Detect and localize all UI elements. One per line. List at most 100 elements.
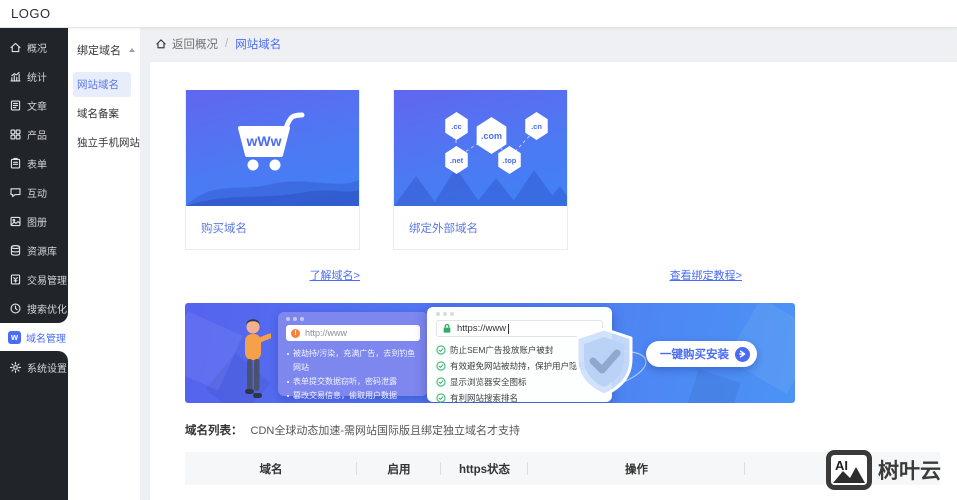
sidebar-item-label: 互动	[27, 185, 47, 200]
sidebar-item-label: 图册	[27, 214, 47, 229]
http-browser-mockup: http://www 被劫持/污染，充满广告，去到钓鱼网站 表单提交数据窃听，密…	[278, 312, 428, 396]
card-title: 绑定外部域名	[394, 206, 567, 249]
secondary-sidebar: 绑定域名 网站域名 域名备案 独立手机网站	[68, 28, 140, 500]
connector-lines	[394, 90, 567, 206]
tld-illustration: .cc .com .cn .net .top	[394, 90, 567, 206]
submenu-item-icp[interactable]: 域名备案	[73, 101, 131, 126]
arrow-right-icon	[735, 347, 750, 362]
sidebar-item-label: 表单	[27, 156, 47, 171]
column-header-enabled: 启用	[357, 452, 441, 485]
logo: LOGO	[11, 6, 51, 21]
app-window: LOGO 概况 统计 文章 产品 表单	[0, 0, 957, 500]
domain-list-caption: 域名列表： CDN全球动态加速-需网站国际版且绑定独立域名才支持	[185, 422, 520, 438]
sidebar-item-resources[interactable]: 资源库	[0, 236, 68, 265]
topbar: LOGO	[0, 0, 957, 28]
http-address-bar: http://www	[286, 325, 420, 341]
window-dots	[436, 312, 603, 316]
bind-tutorial-link[interactable]: 查看绑定教程>	[670, 267, 742, 283]
check-icon	[436, 393, 446, 403]
submenu-item-mobile-site[interactable]: 独立手机网站	[73, 130, 131, 155]
column-header-https-status: https状态	[441, 452, 528, 485]
sidebar-item-forms[interactable]: 表单	[0, 149, 68, 178]
watermark: AI 树叶云	[826, 450, 941, 490]
trade-icon	[8, 273, 22, 287]
domain-icon: w	[8, 331, 21, 344]
sidebar-item-label: 搜索优化	[27, 301, 67, 316]
warning-icon	[291, 329, 300, 338]
sidebar-menu-block: 概况 统计 文章 产品 表单 互动	[0, 28, 68, 323]
sidebar-item-overview[interactable]: 概况	[0, 33, 68, 62]
cart-illustration: wWw	[186, 90, 359, 206]
home-icon	[8, 41, 22, 55]
home-icon	[155, 38, 167, 50]
column-header-domain: 域名	[185, 452, 357, 485]
sidebar-item-domains[interactable]: w 域名管理	[0, 323, 68, 351]
card-title: 购买域名	[186, 206, 359, 249]
domain-list-label: 域名列表：	[185, 422, 243, 438]
domain-cards: wWw 购买域名	[185, 90, 568, 250]
sidebar-item-settings[interactable]: 系统设置	[0, 353, 68, 382]
sidebar-item-seo[interactable]: 搜索优化	[0, 294, 68, 323]
sidebar-item-label: 文章	[27, 98, 47, 113]
database-icon	[8, 244, 22, 258]
risk-item: 篡改交易信息，偷取用户数据	[286, 389, 420, 403]
sidebar-item-stats[interactable]: 统计	[0, 62, 68, 91]
grid-icon	[8, 128, 22, 142]
watermark-name: 树叶云	[878, 455, 941, 485]
cube-decoration	[685, 369, 740, 403]
image-icon	[8, 215, 22, 229]
check-icon	[436, 361, 446, 371]
svg-text:wWw: wWw	[246, 133, 282, 149]
submenu-group-label: 绑定域名	[77, 42, 121, 58]
check-icon	[436, 377, 446, 387]
ai-badge-icon: AI	[826, 450, 872, 490]
bind-domain-card[interactable]: .cc .com .cn .net .top 绑定外部域名	[393, 90, 568, 250]
learn-domain-link[interactable]: 了解域名>	[310, 267, 360, 283]
clock-icon	[8, 302, 22, 316]
sidebar-item-gallery[interactable]: 图册	[0, 207, 68, 236]
submenu-group-header[interactable]: 绑定域名	[68, 28, 140, 68]
sidebar-item-label: 系统设置	[27, 360, 67, 375]
chevron-up-icon	[129, 48, 135, 52]
article-icon	[8, 99, 22, 113]
sidebar-item-interaction[interactable]: 互动	[0, 178, 68, 207]
window-dots	[286, 317, 420, 321]
form-icon	[8, 157, 22, 171]
risk-item: 被劫持/污染，充满广告，去到钓鱼网站	[286, 347, 420, 375]
person-illustration	[237, 317, 271, 401]
sidebar-item-label: 域名管理	[26, 330, 66, 345]
sidebar-item-label: 产品	[27, 127, 47, 142]
column-header-actions: 操作	[528, 452, 745, 485]
sidebar-item-label: 统计	[27, 69, 47, 84]
breadcrumb-separator: /	[225, 38, 228, 50]
https-promo-banner: http://www 被劫持/污染，充满广告，去到钓鱼网站 表单提交数据窃听，密…	[185, 303, 795, 403]
main-content: 返回概况 / 网站域名 wWw	[140, 28, 957, 500]
sidebar-item-trade[interactable]: 交易管理	[0, 265, 68, 294]
breadcrumb-current: 网站域名	[235, 36, 281, 52]
content-panel: wWw 购买域名	[150, 62, 957, 500]
sidebar-item-label: 资源库	[27, 243, 57, 258]
submenu-item-site-domain[interactable]: 网站域名	[73, 72, 131, 97]
shield-icon	[557, 325, 653, 403]
breadcrumb-back-link[interactable]: 返回概况	[172, 36, 218, 52]
hills-decoration	[186, 170, 359, 206]
domain-list-note: CDN全球动态加速-需网站国际版且绑定独立域名才支持	[251, 422, 521, 438]
sidebar-item-label: 交易管理	[27, 272, 67, 287]
gear-icon	[8, 361, 22, 375]
text-cursor	[508, 324, 509, 334]
risk-item: 表单提交数据窃听，密码泄露	[286, 375, 420, 389]
sidebar-item-articles[interactable]: 文章	[0, 91, 68, 120]
check-icon	[436, 345, 446, 355]
sidebar-item-label: 概况	[27, 40, 47, 55]
sidebar-item-products[interactable]: 产品	[0, 120, 68, 149]
svg-text:AI: AI	[835, 458, 848, 473]
breadcrumb: 返回概况 / 网站域名	[140, 28, 957, 60]
buy-domain-card[interactable]: wWw 购买域名	[185, 90, 360, 250]
lock-icon	[442, 323, 452, 334]
http-risk-list: 被劫持/污染，充满广告，去到钓鱼网站 表单提交数据窃听，密码泄露 篡改交易信息，…	[286, 347, 420, 403]
one-click-buy-button[interactable]: 一键购买安装	[646, 341, 757, 367]
primary-sidebar: 概况 统计 文章 产品 表单 互动	[0, 28, 68, 500]
chat-icon	[8, 186, 22, 200]
https-url: https://www	[457, 323, 506, 334]
chart-icon	[8, 70, 22, 84]
